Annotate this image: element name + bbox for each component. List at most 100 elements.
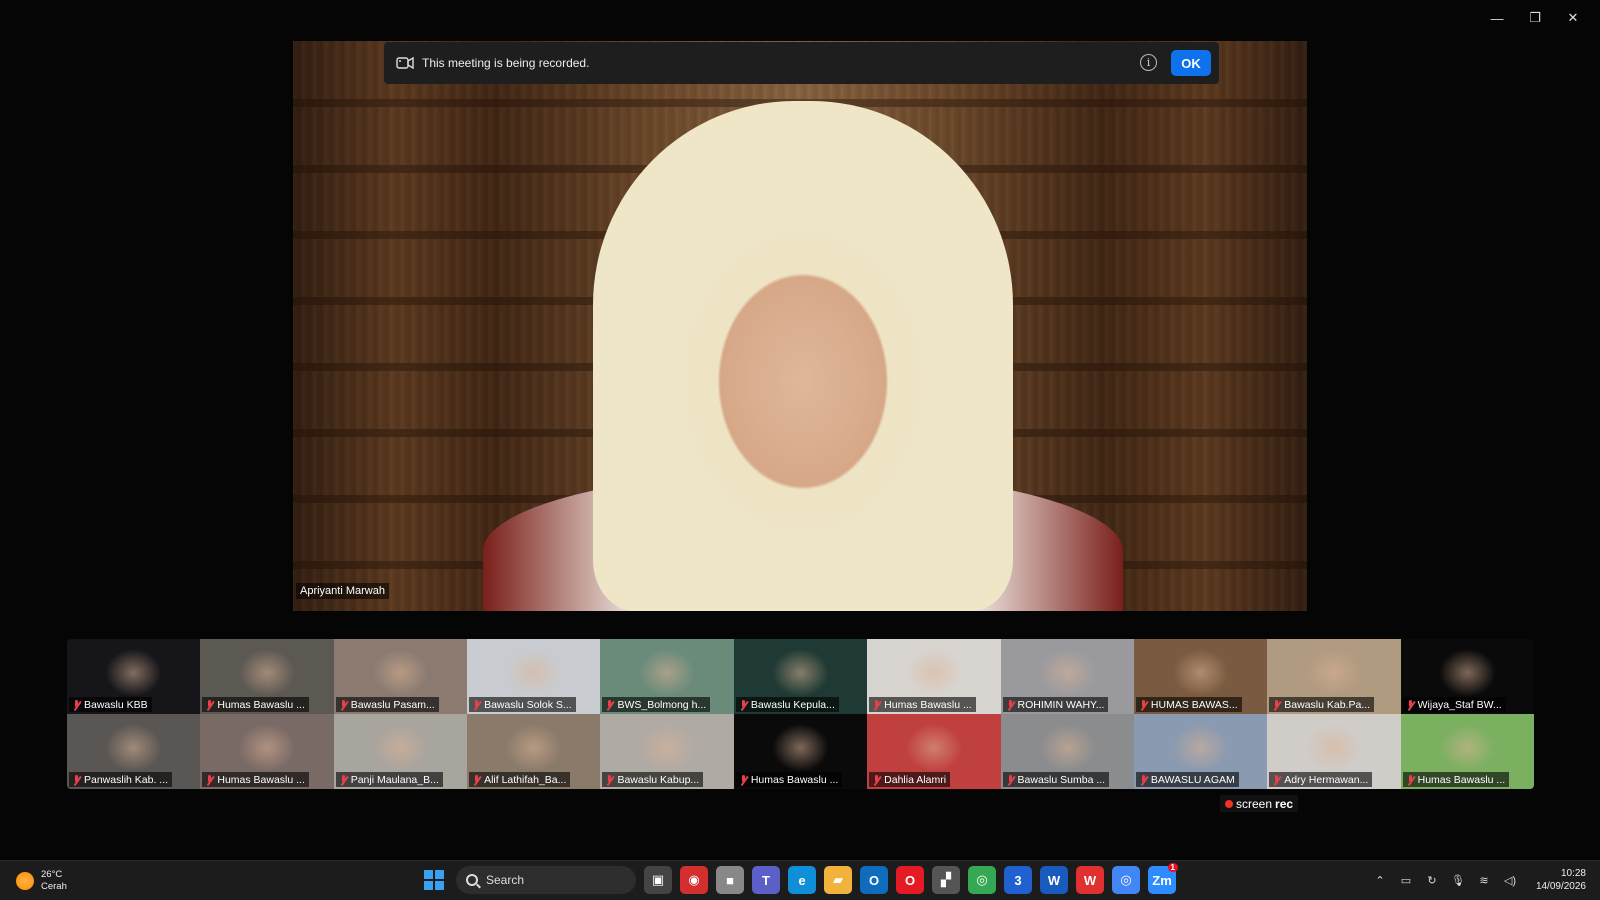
participant-name-label: Bawaslu Kabup... [602,772,704,787]
participant-name: Bawaslu Kepula... [750,699,835,711]
participant-name: ROHIMIN WAHY... [1017,699,1105,711]
participant-name: Dahlia Alamri [884,774,947,786]
muted-mic-icon [1406,774,1415,786]
participant-name: Humas Bawaslu ... [750,774,839,786]
active-speaker-video[interactable]: Apriyanti Marwah [293,41,1307,611]
participant-tile[interactable]: Panji Maulana_B... [333,714,468,789]
muted-mic-icon [1272,774,1281,786]
muted-mic-icon [205,774,214,786]
participant-name-label: Bawaslu Pasam... [335,697,439,712]
windows-logo-icon [424,870,444,890]
participant-tile[interactable]: Bawaslu Solok S... [467,639,601,714]
participant-name: Humas Bawaslu ... [217,699,305,711]
participant-name-label: Adry Hermawan... [1269,772,1373,787]
chrome-2-icon[interactable]: ◎ [1112,866,1140,894]
clock-date: 14/09/2026 [1535,881,1586,892]
participant-tile[interactable]: BWS_Bolmong h... [600,639,734,714]
muted-mic-icon [1406,699,1415,711]
zoom-glyph: Zm [1152,872,1172,888]
weather-widget[interactable]: 26°C Cerah [16,869,67,893]
microphone-icon[interactable]: 🎙 [1450,872,1466,888]
info-icon[interactable]: i [1140,54,1157,71]
participant-tile[interactable]: ROHIMIN WAHY... [1000,639,1134,714]
search-icon [466,874,478,886]
edge-glyph: e [798,872,806,888]
participant-tile[interactable]: BAWASLU AGAM [1133,714,1268,789]
zoom-icon[interactable]: Zm 1 [1148,863,1178,894]
teams-icon[interactable]: T [752,866,780,894]
outlook-icon[interactable]: O [860,866,888,894]
muted-mic-icon [872,774,881,786]
participant-tile[interactable]: HUMAS BAWAS... [1133,639,1268,714]
close-button[interactable]: ✕ [1554,8,1592,28]
participant-tile[interactable]: Humas Bawaslu ... [200,714,334,789]
participant-tile[interactable]: Bawaslu Kabup... [600,714,734,789]
restore-button[interactable]: ❐ [1516,8,1554,28]
minimize-button[interactable]: — [1478,8,1516,28]
app-gray-glyph: ■ [726,872,734,888]
app-three-icon[interactable]: 3 [1004,866,1032,894]
participant-name-label: BWS_Bolmong h... [602,697,711,712]
file-explorer-glyph: ▰ [833,872,843,887]
participant-tile[interactable]: Humas Bawaslu ... [1400,714,1534,789]
ok-button[interactable]: OK [1171,50,1211,76]
participant-name: Bawaslu Pasam... [350,699,435,711]
chrome-icon[interactable]: ◎ [968,866,996,894]
app-red-icon[interactable]: ◉ [680,866,708,894]
start-button[interactable] [420,866,448,894]
clapper-icon[interactable]: ▞ [932,866,960,894]
screenrec-label-b: rec [1275,796,1294,811]
app-gray-icon[interactable]: ■ [716,866,744,894]
opera-icon[interactable]: O [896,866,924,894]
sync-icon[interactable]: ↻ [1424,872,1440,888]
participant-tile[interactable]: Humas Bawaslu ... [200,639,334,714]
participant-tile[interactable]: Bawaslu Kab.Pa... [1267,639,1401,714]
task-view-icon[interactable]: ▣ [644,866,672,894]
chrome-glyph: ◎ [976,872,988,887]
taskbar-search[interactable]: Search [456,866,636,894]
wps-icon[interactable]: W [1076,866,1104,894]
participant-name: BWS_Bolmong h... [617,699,707,711]
participant-name: Panwaslih Kab. ... [84,774,169,786]
participant-tile[interactable]: Bawaslu Sumba ... [1000,714,1134,789]
participant-name-label: Bawaslu Kepula... [735,697,839,712]
participant-tile[interactable]: Humas Bawaslu ... [867,639,1001,714]
screenrec-watermark: screen rec [1220,795,1299,812]
recording-notice-text: This meeting is being recorded. [422,56,590,70]
participant-tile[interactable]: Humas Bawaslu ... [733,714,868,789]
muted-mic-icon [605,774,614,786]
participant-tile[interactable]: Bawaslu KBB [67,639,201,714]
wps-glyph: W [1083,872,1097,888]
participant-name: BAWASLU AGAM [1150,774,1235,786]
participant-tile[interactable]: Bawaslu Kepula... [733,639,868,714]
participant-tile[interactable]: Dahlia Alamri [867,714,1001,789]
windows-taskbar: 26°C Cerah Search ▣ ◉ ■ Te ▰ O O ▞ ◎ 3 W W ◎ Zm 1 ⌃ ▭ … [0,860,1600,900]
participant-tile[interactable]: Panwaslih Kab. ... [67,714,201,789]
participant-name-label: Dahlia Alamri [869,772,951,787]
participant-name-label: HUMAS BAWAS... [1135,697,1242,712]
edge-icon[interactable]: e [788,866,816,894]
wifi-icon[interactable]: ≋ [1476,872,1492,888]
outlook-glyph: O [868,872,880,888]
participant-name-label: Bawaslu Kab.Pa... [1269,697,1375,712]
muted-mic-icon [605,699,614,711]
speaker-icon[interactable]: ◁) [1502,872,1518,888]
word-icon[interactable]: W [1040,866,1068,894]
participant-tile[interactable]: Alif Lathifah_Ba... [467,714,601,789]
muted-mic-icon [339,699,348,711]
chrome-2-glyph: ◎ [1120,872,1132,887]
chevron-up-icon[interactable]: ⌃ [1372,872,1388,888]
network-drive-icon[interactable]: ▭ [1398,872,1414,888]
participant-tile[interactable]: Bawaslu Pasam... [333,639,468,714]
weather-condition: Cerah [41,881,67,892]
taskbar-clock[interactable]: 10:28 14/09/2026 [1536,867,1586,893]
participant-tile[interactable]: Wijaya_Staf BW... [1400,639,1534,714]
participant-name: Humas Bawaslu ... [884,699,972,711]
record-dot-icon [1225,799,1233,808]
participant-tile[interactable]: Adry Hermawan... [1267,714,1401,789]
participant-name: Bawaslu Solok S... [484,699,572,711]
participant-gallery: Bawaslu KBB Humas Bawaslu ... Bawaslu Pasa… [67,639,1534,789]
file-explorer-icon[interactable]: ▰ [824,866,852,894]
participant-name: Panji Maulana_B... [350,774,439,786]
participant-name-label: Bawaslu Solok S... [469,697,576,712]
